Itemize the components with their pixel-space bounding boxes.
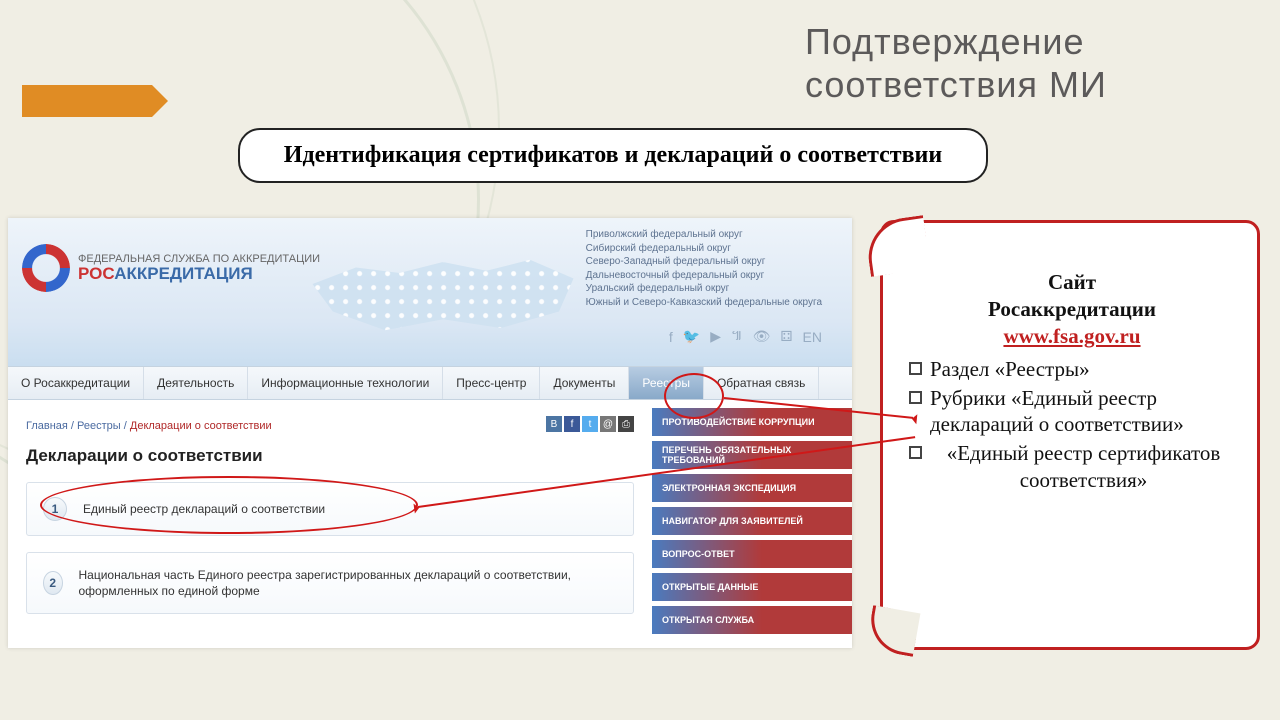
info-line1: Сайт — [907, 269, 1237, 296]
tw-share-icon[interactable]: t — [582, 416, 598, 432]
registry-item-2[interactable]: 2 Национальная часть Единого реестра зар… — [26, 552, 634, 614]
twitter-icon[interactable]: 🐦 — [683, 328, 700, 345]
annotation-circle-item1 — [40, 476, 418, 534]
nav-press[interactable]: Пресс-центр — [443, 367, 540, 399]
crumb-section[interactable]: Реестры — [77, 420, 121, 432]
registry-text: Национальная часть Единого реестра зарег… — [79, 567, 618, 599]
info-bullet-text: Раздел «Реестры» — [930, 356, 1090, 383]
site-header: ФЕДЕРАЛЬНАЯ СЛУЖБА ПО АККРЕДИТАЦИИ РОСАК… — [8, 218, 852, 366]
crumb-current: Декларации о соответствии — [130, 420, 272, 432]
district-link[interactable]: Сибирский федеральный округ — [586, 242, 822, 256]
side-navigator[interactable]: НАВИГАТОР ДЛЯ ЗАЯВИТЕЛЕЙ — [652, 507, 852, 535]
sitemap-icon[interactable]: ⚃ — [780, 328, 792, 345]
square-bullet-icon — [909, 391, 922, 404]
eye-icon[interactable]: 👁 — [753, 328, 771, 345]
annotation-circle-registries — [664, 373, 724, 419]
vk-icon[interactable]: B — [546, 416, 562, 432]
nav-activity[interactable]: Деятельность — [144, 367, 248, 399]
slide-title: Подтверждение соответствия МИ — [805, 20, 1107, 106]
info-bullet-text: «Единый реестр сертификатов соответствия… — [930, 440, 1237, 494]
rss-icon[interactable]: ៕ — [731, 326, 743, 347]
district-link[interactable]: Южный и Северо-Кавказский федеральные ок… — [586, 296, 822, 310]
nav-about[interactable]: О Росаккредитации — [8, 367, 144, 399]
breadcrumb: Главная / Реестры / Декларации о соответ… — [26, 420, 272, 432]
slide-title-line1: Подтверждение — [805, 20, 1107, 63]
orange-accent-shape — [22, 85, 152, 117]
crumb-home[interactable]: Главная — [26, 420, 68, 432]
info-bullet-text: Рубрики «Единый реестр деклараций о соот… — [930, 385, 1237, 439]
info-bullet-3: «Единый реестр сертификатов соответствия… — [907, 440, 1237, 494]
district-link[interactable]: Дальневосточный федеральный округ — [586, 269, 822, 283]
website-screenshot: ФЕДЕРАЛЬНАЯ СЛУЖБА ПО АККРЕДИТАЦИИ РОСАК… — [8, 218, 852, 648]
side-expedition[interactable]: ЭЛЕКТРОННАЯ ЭКСПЕДИЦИЯ — [652, 474, 852, 502]
scroll-curl-bottom — [866, 605, 921, 657]
page-title: Декларации о соответствии — [26, 446, 634, 466]
district-link[interactable]: Приволжский федеральный округ — [586, 228, 822, 242]
side-openservice[interactable]: ОТКРЫТАЯ СЛУЖБА — [652, 606, 852, 634]
side-column: ПРОТИВОДЕЙСТВИЕ КОРРУПЦИИ ПЕРЕЧЕНЬ ОБЯЗА… — [652, 402, 852, 648]
slide-subtitle: Идентификация сертификатов и деклараций … — [238, 128, 988, 183]
info-link[interactable]: www.fsa.gov.ru — [907, 323, 1237, 350]
youtube-icon[interactable]: ▶ — [710, 328, 721, 345]
info-bullet-1: Раздел «Реестры» — [907, 356, 1237, 383]
print-icon[interactable]: ⎙ — [618, 416, 634, 432]
district-links: Приволжский федеральный округ Сибирский … — [586, 228, 822, 309]
site-logo[interactable]: ФЕДЕРАЛЬНАЯ СЛУЖБА ПО АККРЕДИТАЦИИ РОСАК… — [22, 244, 320, 292]
scroll-curl-top — [864, 215, 931, 277]
square-bullet-icon — [909, 362, 922, 375]
slide-title-line2: соответствия МИ — [805, 63, 1107, 106]
side-faq[interactable]: ВОПРОС-ОТВЕТ — [652, 540, 852, 568]
registry-number: 2 — [43, 571, 63, 595]
share-icons: B f t @ ⎙ — [546, 416, 634, 432]
info-line2: Росаккредитации — [907, 296, 1237, 323]
square-bullet-icon — [909, 446, 922, 459]
side-requirements[interactable]: ПЕРЕЧЕНЬ ОБЯЗАТЕЛЬНЫХ ТРЕБОВАНИЙ — [652, 441, 852, 469]
logo-brand-red: РОС — [78, 264, 114, 283]
nav-it[interactable]: Информационные технологии — [248, 367, 443, 399]
fb-share-icon[interactable]: f — [564, 416, 580, 432]
map-illustration — [298, 240, 588, 350]
side-opendata[interactable]: ОТКРЫТЫЕ ДАННЫЕ — [652, 573, 852, 601]
social-row: f 🐦 ▶ ៕ 👁 ⚃ EN — [669, 326, 822, 347]
logo-mark-icon — [22, 244, 70, 292]
logo-text: ФЕДЕРАЛЬНАЯ СЛУЖБА ПО АККРЕДИТАЦИИ РОСАК… — [78, 253, 320, 284]
facebook-icon[interactable]: f — [669, 329, 673, 345]
info-card: Сайт Росаккредитации www.fsa.gov.ru Разд… — [880, 220, 1260, 650]
district-link[interactable]: Уральский федеральный округ — [586, 282, 822, 296]
main-nav: О Росаккредитации Деятельность Информаци… — [8, 366, 852, 400]
logo-brand-blue: АККРЕДИТАЦИЯ — [114, 264, 252, 283]
mail-icon[interactable]: @ — [600, 416, 616, 432]
lang-switch[interactable]: EN — [803, 329, 822, 345]
nav-docs[interactable]: Документы — [540, 367, 629, 399]
info-bullet-2: Рубрики «Единый реестр деклараций о соот… — [907, 385, 1237, 439]
district-link[interactable]: Северо-Западный федеральный округ — [586, 255, 822, 269]
